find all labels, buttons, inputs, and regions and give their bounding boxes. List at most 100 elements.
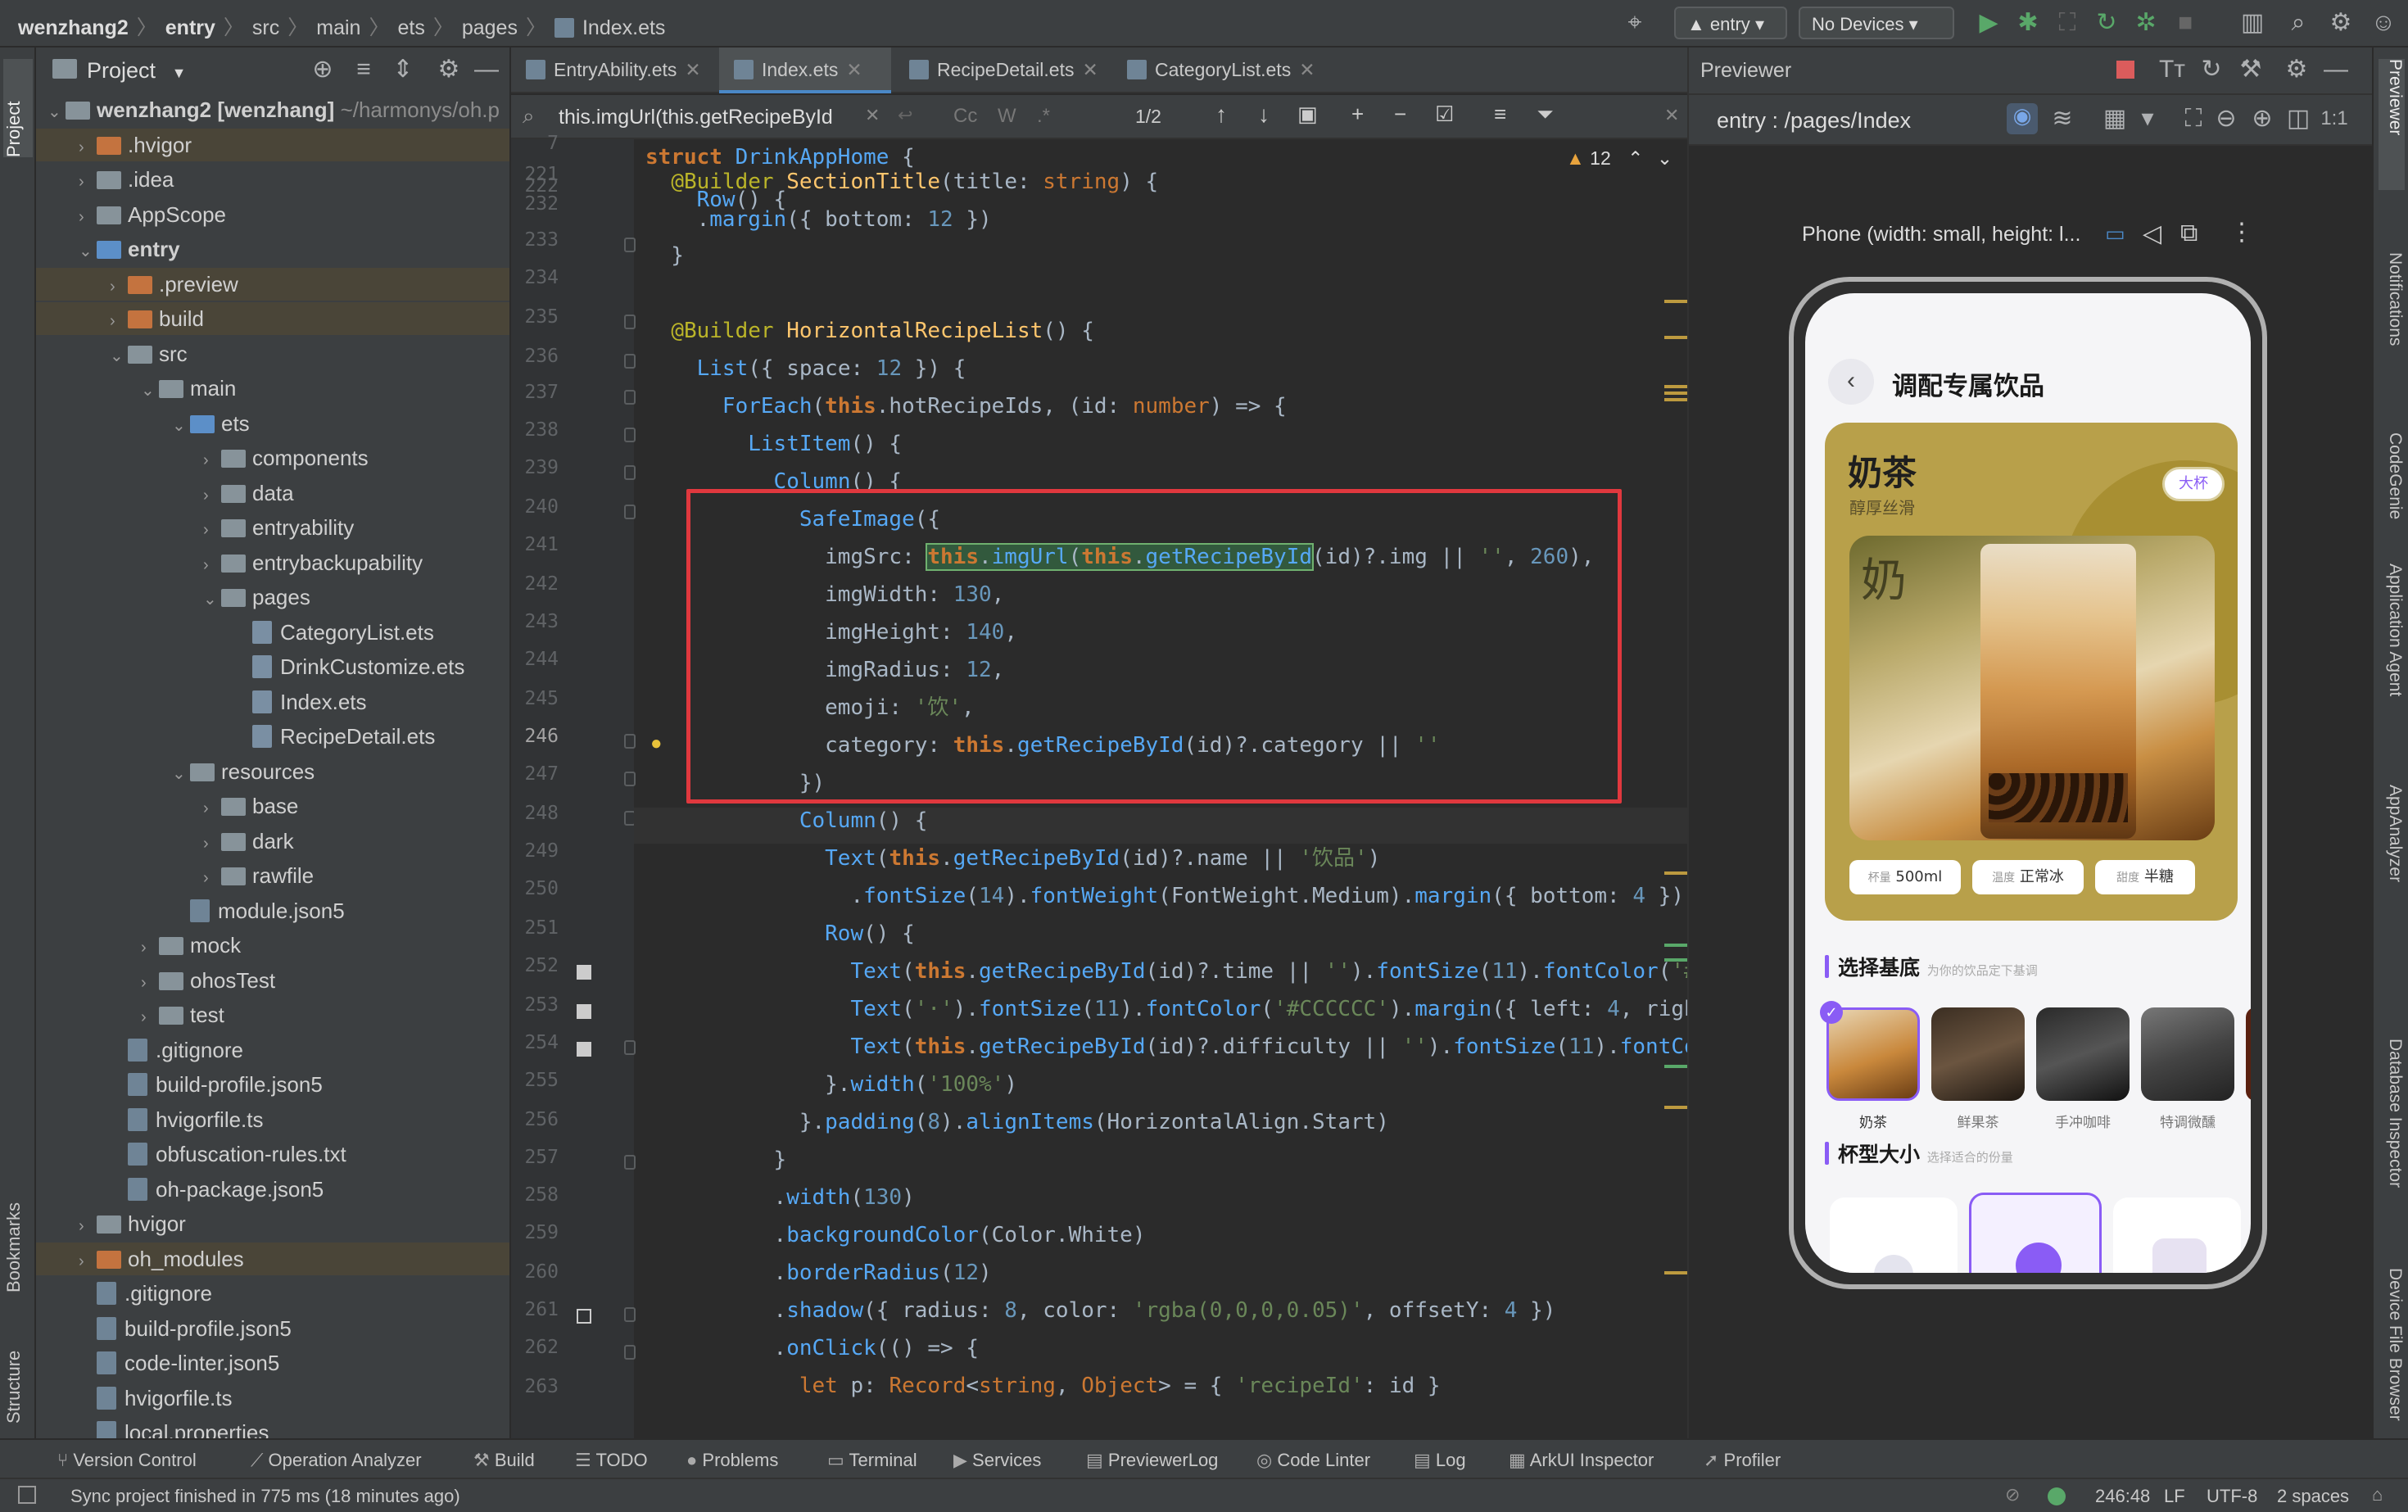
tree-item[interactable]: › components bbox=[36, 441, 509, 474]
remove-selection-icon[interactable]: − bbox=[1394, 102, 1406, 127]
chevron-right-icon[interactable]: › bbox=[79, 165, 97, 198]
tree-item[interactable]: Index.ets bbox=[36, 686, 509, 718]
filter-icon[interactable]: ⏷ bbox=[1537, 102, 1554, 128]
chevron-right-icon[interactable]: › bbox=[203, 479, 221, 512]
history-icon[interactable]: ↩ bbox=[898, 105, 912, 126]
close-icon[interactable]: ✕ bbox=[1299, 59, 1315, 80]
search-icon[interactable]: ⌕ bbox=[2282, 9, 2315, 37]
chevron-right-icon[interactable]: › bbox=[110, 305, 128, 337]
back-button[interactable]: ‹ bbox=[1828, 359, 1874, 405]
tree-item[interactable]: › hvigor bbox=[36, 1207, 509, 1243]
close-icon[interactable]: ✕ bbox=[1082, 59, 1098, 80]
chevron-right-icon[interactable]: › bbox=[79, 131, 97, 164]
tree-item[interactable]: local.properties bbox=[36, 1416, 509, 1438]
tool-tab-previewerlog[interactable]: ▤ PreviewerLog bbox=[1086, 1450, 1218, 1471]
locate-icon[interactable]: ⊕ bbox=[306, 56, 339, 84]
project-view-select[interactable]: Project ▼ bbox=[87, 58, 186, 84]
tool-tab-code-linter[interactable]: ◎ Code Linter bbox=[1256, 1450, 1370, 1471]
chevron-right-icon[interactable]: › bbox=[79, 1210, 97, 1243]
tree-item[interactable]: .gitignore bbox=[36, 1034, 509, 1066]
eye-icon[interactable]: ◉ bbox=[2007, 103, 2038, 134]
one-to-one-icon[interactable]: 1:1 bbox=[2318, 105, 2351, 133]
tree-item[interactable]: oh-package.json5 bbox=[36, 1173, 509, 1206]
size-badge[interactable]: 大杯 bbox=[2162, 467, 2225, 501]
error-stripe-marker[interactable] bbox=[1664, 958, 1687, 962]
breadcrumb-src[interactable]: src bbox=[252, 16, 279, 39]
tree-item[interactable]: ⌄ pages bbox=[36, 581, 509, 616]
chevron-right-icon[interactable]: › bbox=[79, 201, 97, 233]
tree-item[interactable]: › oh_modules bbox=[36, 1242, 509, 1275]
line-separator[interactable]: LF bbox=[2164, 1486, 2185, 1507]
tool-tab-notifications[interactable]: Notifications bbox=[2379, 252, 2405, 416]
expand-all-icon[interactable]: ⇕ bbox=[387, 56, 419, 84]
error-stripe-marker[interactable] bbox=[1664, 944, 1687, 947]
more-icon[interactable]: ⋮ bbox=[2229, 218, 2254, 247]
chevron-right-icon[interactable]: › bbox=[141, 931, 159, 964]
attach-debugger-icon[interactable]: ⛶ bbox=[2051, 9, 2084, 37]
no-sync-icon[interactable]: ⊘ bbox=[2005, 1484, 2020, 1505]
chevron-down-icon[interactable]: ⌄ bbox=[172, 410, 190, 442]
tool-tab-problems[interactable]: ● Problems bbox=[686, 1450, 778, 1471]
stop-icon[interactable]: ■ bbox=[2169, 9, 2202, 37]
match-case-icon[interactable]: Cc bbox=[953, 105, 977, 128]
tree-item[interactable]: ⌄ entry bbox=[36, 233, 509, 268]
chevron-up-icon[interactable]: ⌃ bbox=[1627, 147, 1643, 169]
device-manager-icon[interactable]: ▥ bbox=[2236, 9, 2269, 37]
tool-tab-database-inspector[interactable]: Database Inspector bbox=[2379, 1039, 2405, 1235]
chevron-down-icon[interactable]: ⌄ bbox=[141, 374, 159, 407]
tree-item[interactable]: hvigorfile.ts bbox=[36, 1382, 509, 1415]
tree-item[interactable]: hvigorfile.ts bbox=[36, 1103, 509, 1136]
select-occurrences-icon[interactable]: ☑ bbox=[1435, 102, 1454, 127]
base-option[interactable] bbox=[1931, 1007, 2025, 1101]
chevron-down-icon[interactable]: ⌄ bbox=[172, 758, 190, 790]
close-icon[interactable]: ✕ bbox=[1664, 105, 1679, 126]
inspection-widget[interactable]: ▲ 12 ⌃ ⌄ bbox=[1566, 147, 1672, 170]
error-stripe-marker[interactable] bbox=[1664, 1065, 1687, 1068]
select-all-icon[interactable]: ▣ bbox=[1297, 102, 1318, 127]
inspect-icon[interactable]: ⚒ bbox=[2234, 56, 2267, 84]
base-option[interactable] bbox=[2141, 1007, 2234, 1101]
tool-tab-device-file-browser[interactable]: Device File Browser bbox=[2379, 1268, 2405, 1464]
chip-volume[interactable]: 杯量 500ml bbox=[1849, 860, 1961, 894]
tree-item[interactable]: RecipeDetail.ets bbox=[36, 720, 509, 753]
panel-toggle-icon[interactable] bbox=[18, 1486, 36, 1504]
tree-item[interactable]: obfuscation-rules.txt bbox=[36, 1138, 509, 1170]
tool-tab-structure[interactable]: Structure bbox=[3, 1309, 33, 1424]
chevron-down-icon[interactable]: ⌄ bbox=[79, 235, 97, 268]
tool-tab-codegenie[interactable]: CodeGenie bbox=[2379, 432, 2405, 547]
health-icon[interactable] bbox=[2048, 1487, 2066, 1505]
tree-item[interactable]: › .preview bbox=[36, 267, 509, 301]
error-stripe-marker[interactable] bbox=[1664, 392, 1687, 395]
tool-tab-todo[interactable]: ☰ TODO bbox=[575, 1450, 648, 1471]
tool-tab-version-control[interactable]: ⑂ Version Control bbox=[57, 1450, 197, 1471]
tree-item[interactable]: .gitignore bbox=[36, 1277, 509, 1310]
chevron-right-icon[interactable]: › bbox=[203, 862, 221, 894]
hide-icon[interactable]: — bbox=[2320, 56, 2352, 84]
device-select[interactable]: No Devices ▾ bbox=[1799, 7, 1954, 39]
tree-item[interactable]: ⌄ wenzhang2 [wenzhang] ~/harmonys/oh.p bbox=[36, 93, 509, 129]
chevron-right-icon[interactable]: › bbox=[141, 967, 159, 999]
tree-item[interactable]: DrinkCustomize.ets bbox=[36, 650, 509, 683]
chevron-right-icon[interactable]: › bbox=[203, 549, 221, 582]
file-encoding[interactable]: UTF-8 bbox=[2207, 1486, 2257, 1507]
tree-item[interactable]: › AppScope bbox=[36, 198, 509, 233]
multi-device-icon[interactable]: ▭ bbox=[2105, 221, 2125, 247]
font-size-icon[interactable]: Tт bbox=[2156, 56, 2188, 84]
tool-tab-services[interactable]: ▶ Services bbox=[953, 1450, 1041, 1471]
tree-item[interactable]: › entryability bbox=[36, 511, 509, 544]
chevron-right-icon[interactable]: › bbox=[141, 1001, 159, 1034]
add-selection-icon[interactable]: + bbox=[1351, 102, 1364, 127]
chevron-down-icon[interactable]: ⌄ bbox=[1657, 147, 1672, 169]
chevron-down-icon[interactable]: ⌄ bbox=[203, 583, 221, 616]
error-stripe-marker[interactable] bbox=[1664, 1106, 1687, 1109]
tree-item[interactable]: ⌄ resources bbox=[36, 755, 509, 790]
tree-item[interactable]: › .hvigor bbox=[36, 128, 509, 164]
tab-categorylist[interactable]: CategoryList.ets ✕ bbox=[1112, 48, 1328, 93]
base-option[interactable] bbox=[2036, 1007, 2130, 1101]
zoom-out-icon[interactable]: ⊖ bbox=[2210, 105, 2243, 133]
gear-icon[interactable]: ⚙ bbox=[432, 56, 465, 84]
profile-icon[interactable]: ✲ bbox=[2130, 9, 2162, 37]
chevron-down-icon[interactable]: ⌄ bbox=[48, 96, 66, 129]
tool-tab-bookmarks[interactable]: Bookmarks bbox=[3, 1161, 33, 1292]
close-icon[interactable]: ✕ bbox=[685, 59, 700, 80]
